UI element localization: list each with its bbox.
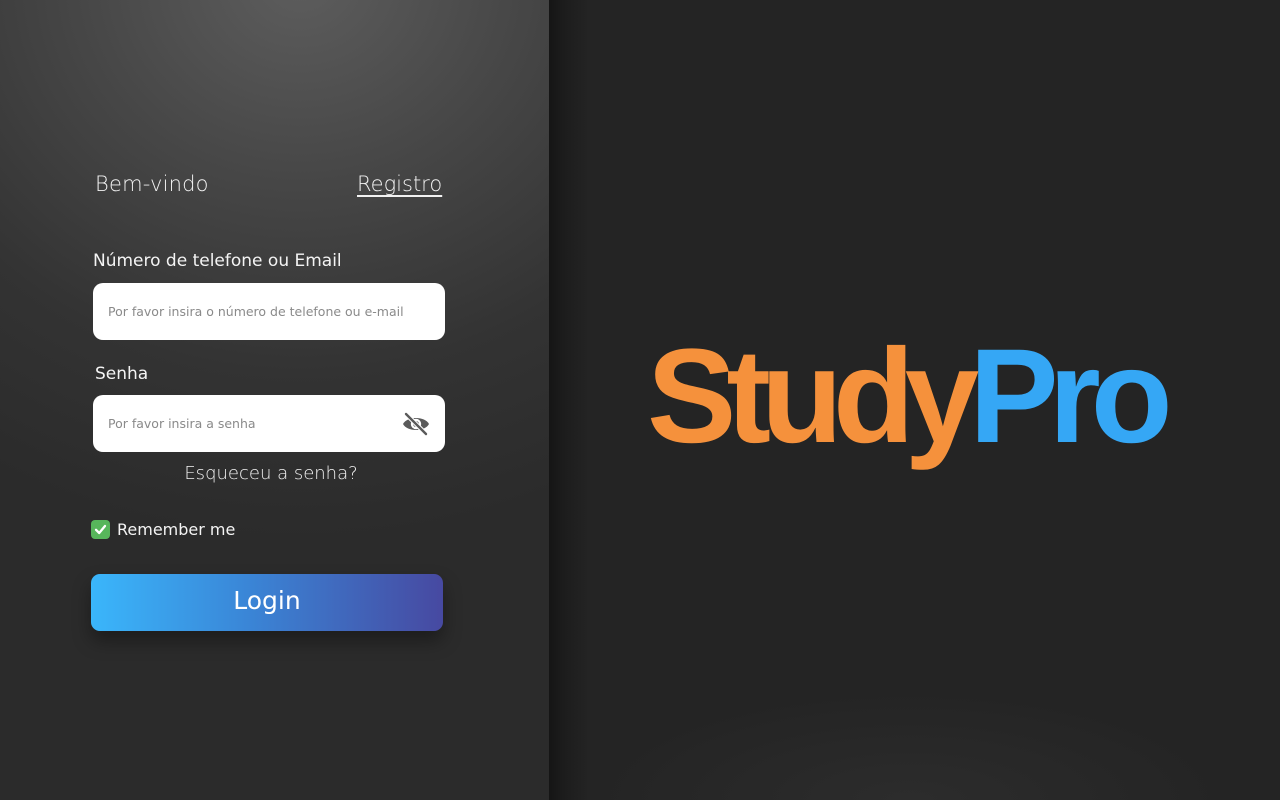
welcome-heading: Bem-vindo <box>95 172 209 196</box>
email-label: Número de telefone ou Email <box>93 251 342 271</box>
email-field-container <box>93 283 445 340</box>
password-input[interactable] <box>108 395 388 452</box>
background-glow <box>600 690 1220 800</box>
studypro-logo: StudyPro <box>647 330 1173 464</box>
email-input[interactable] <box>108 283 428 340</box>
checkmark-icon[interactable] <box>91 520 110 539</box>
panel-divider <box>549 0 589 800</box>
logo-study-text: Study <box>647 322 979 471</box>
password-label: Senha <box>95 364 149 384</box>
eye-slash-icon[interactable] <box>401 409 431 439</box>
password-field-container <box>93 395 445 452</box>
remember-me-checkbox[interactable]: Remember me <box>91 520 235 539</box>
login-button[interactable]: Login <box>91 574 443 631</box>
logo-pro-text: Pro <box>969 322 1172 471</box>
register-link[interactable]: Registro <box>357 172 442 196</box>
remember-me-label: Remember me <box>117 520 236 539</box>
forgot-password-link[interactable]: Esqueceu a senha? <box>93 463 449 484</box>
